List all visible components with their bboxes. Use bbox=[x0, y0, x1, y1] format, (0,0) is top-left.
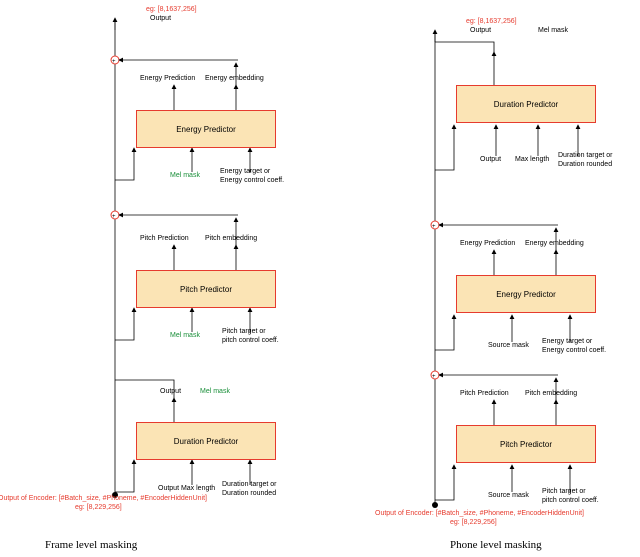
encoder-eg-right: eg: [8,229,256] bbox=[450, 519, 497, 526]
energy-mask: Mel mask bbox=[170, 172, 200, 179]
pitch-predictor-title: Pitch Predictor bbox=[180, 285, 232, 294]
pitch-emb-label: Pitch embedding bbox=[205, 235, 257, 242]
dur-out-r: Output bbox=[480, 156, 501, 163]
encoder-out-left: Output of Encoder: [#Batch_size, #Phonem… bbox=[0, 495, 207, 502]
energy-predictor-title-r: Energy Predictor bbox=[496, 290, 556, 299]
encoder-out-right: Output of Encoder: [#Batch_size, #Phonem… bbox=[375, 510, 584, 517]
energy-emb-label: Energy embedding bbox=[205, 75, 264, 82]
pitch-predictor-block: Pitch Predictor bbox=[136, 270, 276, 308]
eg-top-left: eg: [8,1637,256] bbox=[146, 6, 197, 13]
pitch-predictor-title-r: Pitch Predictor bbox=[500, 440, 552, 449]
duration-predictor-title: Duration Predictor bbox=[174, 437, 238, 446]
energy-predictor-title: Energy Predictor bbox=[176, 125, 236, 134]
frame-level-column: + + eg: [8,1637,256] Output bbox=[0, 0, 320, 557]
dur-maxlen-r: Max length bbox=[515, 156, 549, 163]
energy-predictor-block: Energy Predictor bbox=[136, 110, 276, 148]
output-top-left: Output bbox=[150, 15, 171, 22]
pitch-mask: Mel mask bbox=[170, 332, 200, 339]
energy-target1: Energy target or bbox=[220, 168, 270, 175]
caption-left: Frame level masking bbox=[45, 539, 137, 551]
energy-target2: Energy control coeff. bbox=[220, 177, 284, 184]
svg-text:+: + bbox=[432, 224, 436, 230]
eg-top-right: eg: [8,1637,256] bbox=[466, 18, 517, 25]
encoder-eg-left: eg: [8,229,256] bbox=[75, 504, 122, 511]
svg-text:+: + bbox=[112, 214, 116, 220]
duration-predictor-block: Duration Predictor bbox=[136, 422, 276, 460]
energy-target2-r: Energy control coeff. bbox=[542, 347, 606, 354]
pitch-predictor-block-r: Pitch Predictor bbox=[456, 425, 596, 463]
pitch-target1: Pitch target or bbox=[222, 328, 266, 335]
pitch-target2-r: pitch control coeff. bbox=[542, 497, 599, 504]
pitch-target2: pitch control coeff. bbox=[222, 337, 279, 344]
pitch-emb-r: Pitch embedding bbox=[525, 390, 577, 397]
dur-maxlen: Output Max length bbox=[158, 485, 215, 492]
duration-predictor-title-r: Duration Predictor bbox=[494, 100, 558, 109]
svg-text:+: + bbox=[112, 59, 116, 65]
pitch-pred-label: Pitch Prediction bbox=[140, 235, 189, 242]
energy-emb-r: Energy embedding bbox=[525, 240, 584, 247]
phone-level-column: + + eg: [8,1637,2 bbox=[320, 0, 640, 557]
dur-melmask: Mel mask bbox=[200, 388, 230, 395]
dur-target1-r: Duration target or bbox=[558, 152, 612, 159]
dur-target1: Duration target or bbox=[222, 481, 276, 488]
energy-predictor-block-r: Energy Predictor bbox=[456, 275, 596, 313]
energy-pred-label: Energy Prediction bbox=[140, 75, 195, 82]
caption-right: Phone level masking bbox=[450, 539, 542, 551]
dur-target2-r: Duration rounded bbox=[558, 161, 612, 168]
output-top-right: Output bbox=[470, 27, 491, 34]
duration-predictor-block-r: Duration Predictor bbox=[456, 85, 596, 123]
dur-output: Output bbox=[160, 388, 181, 395]
svg-text:+: + bbox=[432, 374, 436, 380]
dur-target2: Duration rounded bbox=[222, 490, 276, 497]
pitch-pred-r: Pitch Prediction bbox=[460, 390, 509, 397]
pitch-target1-r: Pitch target or bbox=[542, 488, 586, 495]
energy-target1-r: Energy target or bbox=[542, 338, 592, 345]
energy-pred-r: Energy Prediction bbox=[460, 240, 515, 247]
pitch-mask-r: Source mask bbox=[488, 492, 529, 499]
energy-mask-r: Source mask bbox=[488, 342, 529, 349]
melmask-top-right: Mel mask bbox=[538, 27, 568, 34]
